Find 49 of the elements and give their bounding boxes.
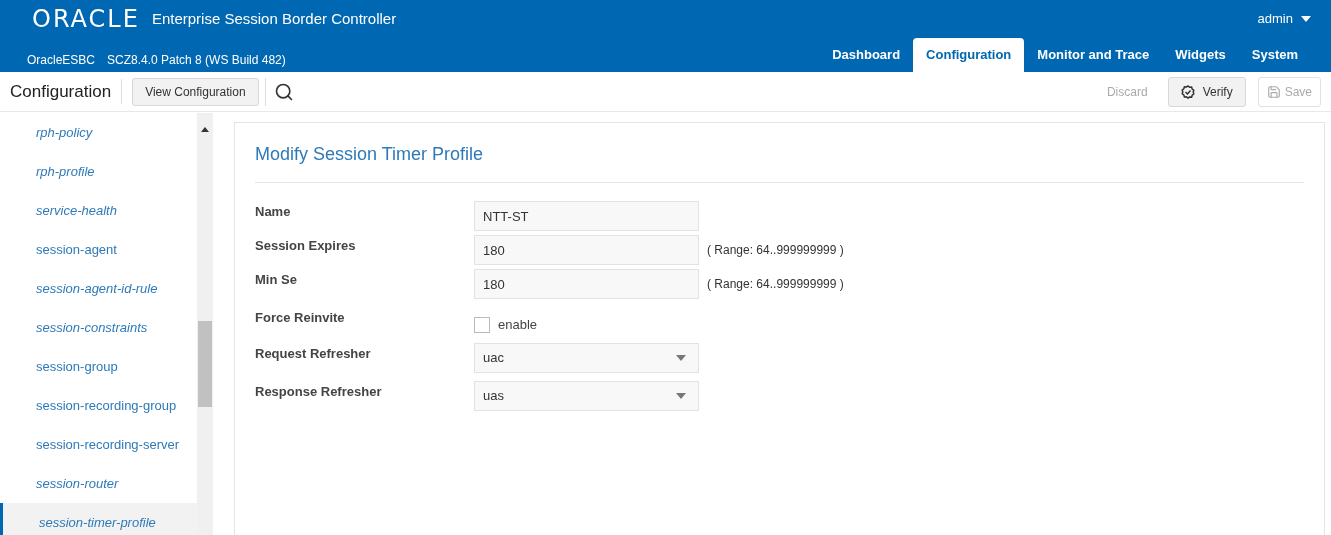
save-icon <box>1266 84 1281 99</box>
sidebar-item[interactable]: rph-profile <box>0 152 197 191</box>
field-label: Force Reinvite <box>255 309 346 327</box>
caret-icon <box>1301 16 1311 22</box>
dropdown[interactable]: uac <box>474 342 699 373</box>
sidebar-item[interactable]: rph-policy <box>0 113 197 152</box>
caret-icon <box>676 354 686 361</box>
sidebar-item[interactable]: session-constraints <box>0 308 197 347</box>
field-label: Session Expires <box>255 237 357 255</box>
nav-tab[interactable]: Configuration <box>913 38 1025 72</box>
view-configuration-button[interactable]: View Configuration <box>132 77 259 106</box>
logo: ORACLE <box>32 4 140 35</box>
scroll-up-icon <box>201 127 209 132</box>
text-field[interactable]: 180 <box>474 235 699 265</box>
sidebar-item[interactable]: session-router <box>0 464 197 503</box>
text-field[interactable]: 180 <box>474 269 699 299</box>
sidebar-item[interactable]: session-recording-server <box>0 425 197 464</box>
range-hint: ( Range: 64..999999999 ) <box>707 276 844 293</box>
nav-tab[interactable]: Dashboard <box>819 38 914 72</box>
sidebar-item[interactable]: session-recording-group <box>0 386 197 425</box>
sidebar-item[interactable]: session-timer-profile <box>0 503 197 535</box>
checkbox[interactable] <box>474 316 490 333</box>
checkbox-label: enable <box>498 316 538 334</box>
dropdown[interactable]: uas <box>474 380 699 411</box>
field-label: Min Se <box>255 271 298 289</box>
version-label: SCZ8.4.0 Patch 8 (WS Build 482) <box>107 52 286 69</box>
sidebar-item[interactable]: session-agent-id-rule <box>0 269 197 308</box>
sidebar-item[interactable]: service-health <box>0 191 197 230</box>
nav-tab[interactable]: Monitor and Trace <box>1024 38 1163 72</box>
page-title: Configuration <box>10 78 123 105</box>
scrollbar[interactable] <box>197 113 213 535</box>
caret-icon <box>676 392 686 399</box>
form-title: Modify Session Timer Profile <box>255 123 1304 183</box>
range-hint: ( Range: 64..999999999 ) <box>707 242 844 259</box>
field-label: Name <box>255 203 292 221</box>
text-field[interactable]: NTT-ST <box>474 201 699 231</box>
badge-check-icon <box>1180 84 1195 99</box>
nav-tab[interactable]: System <box>1238 38 1311 72</box>
sidebar-item[interactable]: session-group <box>0 347 197 386</box>
sidebar-item[interactable]: session-agent <box>0 230 197 269</box>
system-name: OracleESBC <box>27 52 96 69</box>
scrollbar-thumb[interactable] <box>198 321 212 407</box>
field-label: Response Refresher <box>255 382 383 401</box>
search-icon[interactable] <box>273 81 294 102</box>
field-label: Request Refresher <box>255 344 372 363</box>
verify-button[interactable]: Verify <box>1167 76 1246 107</box>
user-menu[interactable]: admin <box>1257 9 1311 29</box>
nav-tab[interactable]: Widgets <box>1162 38 1239 72</box>
product-name: Enterprise Session Border Controller <box>151 8 397 29</box>
